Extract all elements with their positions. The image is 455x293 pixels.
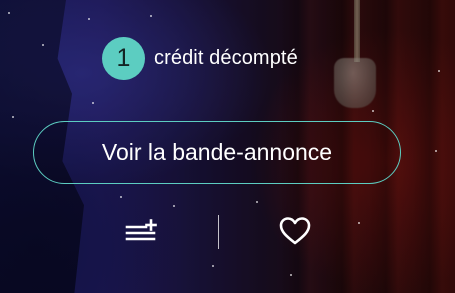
add-to-list-button[interactable] <box>120 213 162 249</box>
background-star <box>92 102 94 104</box>
background-star <box>120 196 122 198</box>
credit-count-badge: 1 <box>102 37 145 80</box>
background-star <box>42 44 44 46</box>
background-star <box>212 265 214 267</box>
background-star <box>372 110 374 112</box>
background-star <box>150 15 152 17</box>
action-row <box>0 213 455 251</box>
background-star <box>12 116 14 118</box>
background-star <box>290 274 292 276</box>
credit-label: crédit décompté <box>154 47 298 69</box>
playlist-add-icon <box>125 219 157 241</box>
background-star <box>173 205 175 207</box>
background-star <box>256 201 258 203</box>
credit-info: 1 crédit décompté <box>102 37 298 80</box>
background-star <box>88 18 90 20</box>
background-star <box>435 150 437 152</box>
background-star <box>8 12 10 14</box>
favorite-button[interactable] <box>274 213 316 249</box>
heart-outline-icon <box>279 217 311 245</box>
background-star <box>438 70 440 72</box>
action-divider <box>218 215 219 249</box>
watch-trailer-button[interactable]: Voir la bande-annonce <box>33 121 401 184</box>
